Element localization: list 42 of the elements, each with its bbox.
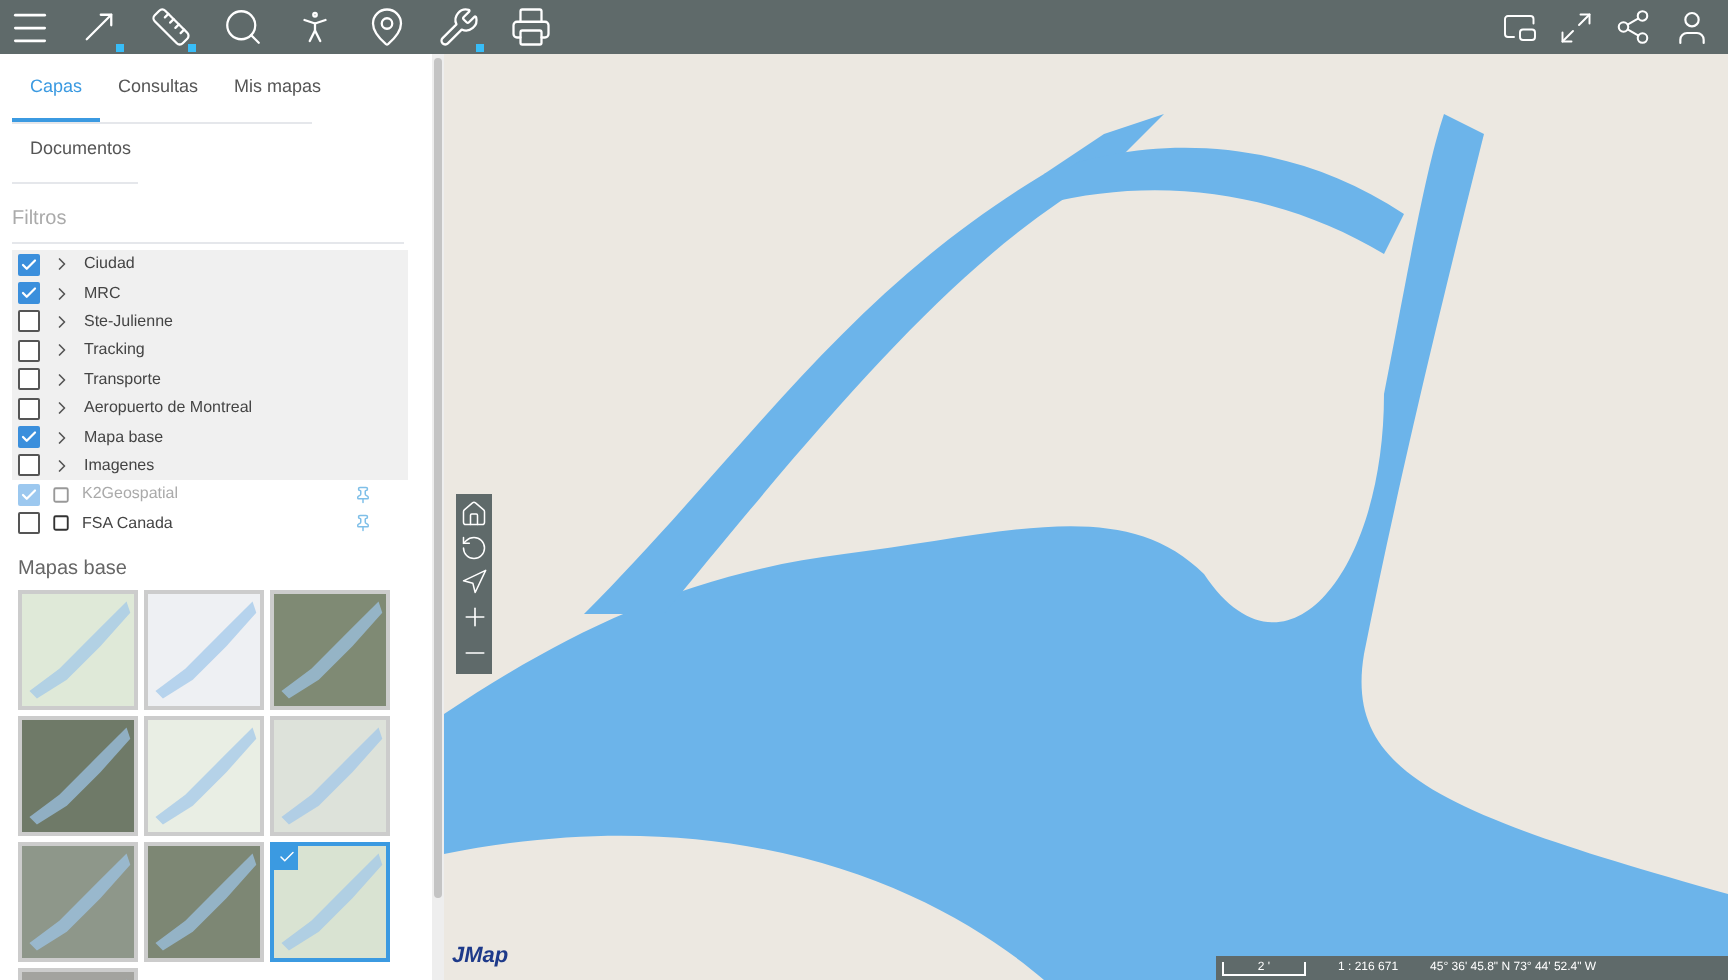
layer-label[interactable]: Imagenes xyxy=(84,453,155,478)
layer-checkbox[interactable] xyxy=(18,310,40,333)
printer-icon xyxy=(509,6,551,48)
layer-label[interactable]: Tracking xyxy=(84,338,145,363)
layer-label[interactable]: Ste-Julienne xyxy=(84,309,173,334)
basemap-thumbnail[interactable] xyxy=(18,841,138,962)
fullscreen-button[interactable] xyxy=(1558,9,1594,45)
layer-checkbox[interactable] xyxy=(18,368,40,391)
window-button[interactable] xyxy=(1502,9,1538,45)
layer-label[interactable]: Mapa base xyxy=(84,425,164,450)
basemap-thumbnail[interactable] xyxy=(18,589,138,710)
layer-label[interactable]: FSA Canada xyxy=(82,511,173,536)
section-title: Mapas base xyxy=(18,555,129,584)
layer-label[interactable]: Transporte xyxy=(84,367,161,392)
basemap-thumbnail[interactable] xyxy=(18,715,138,836)
search-icon xyxy=(221,6,263,48)
share-button[interactable] xyxy=(1614,8,1652,46)
home-icon[interactable] xyxy=(460,500,488,528)
basemap-thumbnail[interactable] xyxy=(144,589,264,710)
layer-label[interactable]: Ciudad xyxy=(84,252,135,277)
filter-field[interactable]: Filtros xyxy=(12,204,404,244)
basemap-thumbnail[interactable] xyxy=(144,715,264,836)
layer-label[interactable]: MRC xyxy=(84,281,121,306)
basemap-thumbnail[interactable] xyxy=(270,841,390,962)
layer-checkbox[interactable] xyxy=(18,454,40,477)
layer-checkbox[interactable] xyxy=(18,512,40,535)
layer-checkbox[interactable] xyxy=(18,397,40,420)
ruler-icon xyxy=(149,6,191,48)
panel-tab[interactable]: Mis mapas xyxy=(216,74,340,121)
layer-checkbox[interactable] xyxy=(18,339,40,362)
wrench-icon xyxy=(437,6,479,48)
panel-tab[interactable]: Documentos xyxy=(12,135,150,182)
basemap-thumbnail[interactable] xyxy=(144,841,264,962)
basemap-thumbnail[interactable] xyxy=(270,589,390,710)
layer-checkbox[interactable] xyxy=(18,282,40,305)
panel-tab[interactable]: Consultas xyxy=(100,74,217,121)
layer-checkbox[interactable] xyxy=(18,253,40,276)
layer-checkbox[interactable] xyxy=(18,426,40,449)
basemap-thumbnail[interactable] xyxy=(270,715,390,836)
logo: JMap xyxy=(452,941,509,971)
rotate-icon[interactable] xyxy=(460,534,488,562)
navigation-arrow-icon[interactable] xyxy=(460,568,488,596)
